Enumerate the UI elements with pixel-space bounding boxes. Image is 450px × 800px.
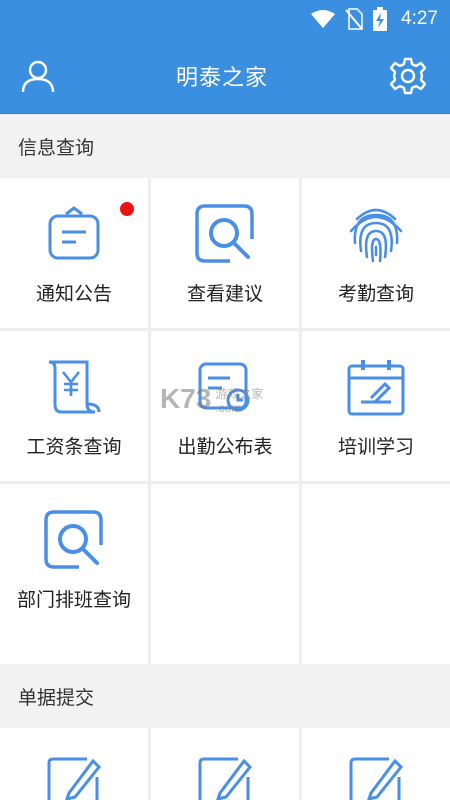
app-bar: 明泰之家 bbox=[0, 38, 450, 114]
document-submit-grid bbox=[0, 728, 450, 800]
suggestion-tile[interactable]: 查看建议 bbox=[151, 178, 299, 328]
document-tile[interactable] bbox=[151, 728, 299, 800]
attendance-query-tile[interactable]: 考勤查询 bbox=[302, 178, 450, 328]
app-title: 明泰之家 bbox=[175, 65, 268, 91]
clock: 4:27 bbox=[401, 8, 438, 29]
section-header-document-submit: 单据提交 bbox=[0, 664, 450, 728]
search-suggestion-icon bbox=[193, 202, 257, 266]
notice-tile[interactable]: 通知公告 bbox=[0, 178, 148, 328]
dept-schedule-label: 部门排班查询 bbox=[16, 589, 131, 611]
attendance-table-label: 出勤公布表 bbox=[177, 436, 273, 458]
empty-tile bbox=[151, 484, 299, 664]
settings-gear-icon[interactable] bbox=[388, 56, 428, 96]
dept-schedule-tile[interactable]: 部门排班查询 bbox=[0, 484, 148, 664]
fingerprint-icon bbox=[344, 202, 408, 266]
user-icon[interactable] bbox=[20, 58, 56, 94]
info-query-grid: 通知公告 查看建议 考勤查询 工资条查询 出勤公布表 培训学习 部门排班查询 bbox=[0, 178, 450, 664]
document-tile[interactable] bbox=[302, 728, 450, 800]
suggestion-label: 查看建议 bbox=[186, 283, 263, 305]
salary-scroll-icon bbox=[42, 355, 106, 419]
edit-document-icon bbox=[42, 752, 106, 800]
battery-charging-icon bbox=[373, 7, 388, 31]
empty-tile bbox=[302, 484, 450, 664]
training-label: 培训学习 bbox=[337, 436, 414, 458]
document-tile[interactable] bbox=[0, 728, 148, 800]
notice-board-icon bbox=[42, 202, 106, 266]
salary-tile[interactable]: 工资条查询 bbox=[0, 331, 148, 481]
training-tile[interactable]: 培训学习 bbox=[302, 331, 450, 481]
edit-document-icon bbox=[344, 752, 408, 800]
attendance-table-icon bbox=[193, 355, 257, 419]
wifi-icon bbox=[311, 10, 336, 28]
attendance-query-label: 考勤查询 bbox=[337, 283, 414, 305]
attendance-table-tile[interactable]: 出勤公布表 bbox=[151, 331, 299, 481]
no-sim-icon bbox=[345, 8, 364, 30]
unread-badge bbox=[120, 202, 134, 216]
notice-label: 通知公告 bbox=[35, 283, 112, 305]
calendar-edit-icon bbox=[344, 355, 408, 419]
search-schedule-icon bbox=[42, 508, 106, 572]
status-bar: 4:27 bbox=[0, 0, 450, 38]
salary-label: 工资条查询 bbox=[26, 436, 122, 458]
edit-document-icon bbox=[193, 752, 257, 800]
section-header-info-query: 信息查询 bbox=[0, 114, 450, 178]
